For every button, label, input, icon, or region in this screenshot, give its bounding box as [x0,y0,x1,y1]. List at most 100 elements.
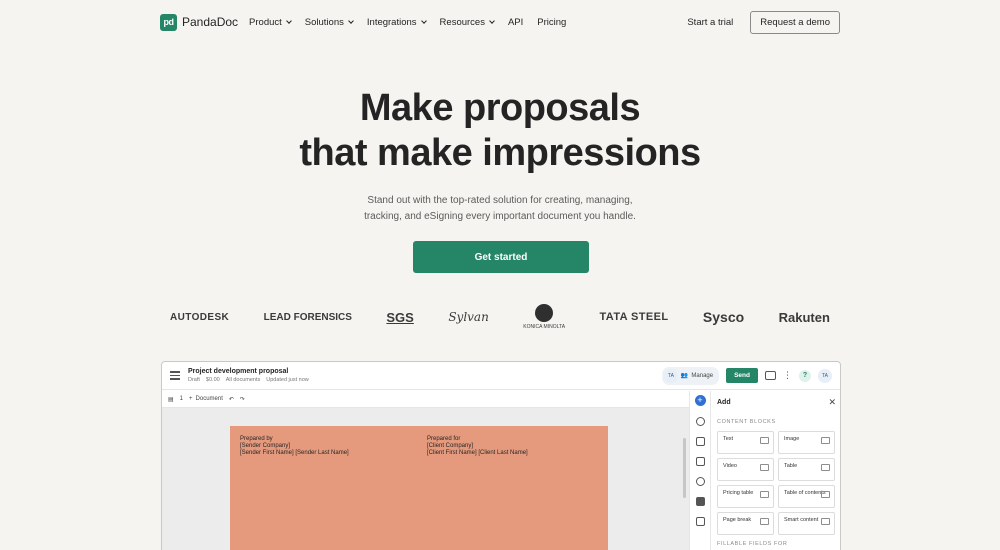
redo-icon[interactable]: ↷ [240,396,245,403]
document-page[interactable]: Prepared by [Sender Company] [Sender Fir… [230,426,608,550]
prepared-for-label: Prepared for [427,436,461,442]
text-block-icon [760,437,769,444]
client-company: [Client Company] [427,443,474,449]
hamburger-menu-icon[interactable] [170,371,180,380]
variables-icon[interactable] [695,437,705,446]
get-started-button[interactable]: Get started [413,241,589,273]
menu-integrations-label: Integrations [366,16,417,28]
prepared-by-label: Prepared by [240,436,273,442]
close-icon[interactable]: ✕ [828,397,836,408]
document-title[interactable]: Project development proposal [188,368,309,375]
undo-icon[interactable]: ↶ [229,396,234,403]
chevron-down-icon [489,17,495,24]
start-trial-link[interactable]: Start a trial [687,17,733,28]
hero-headline: Make proposals that make impressions [0,86,1000,176]
block-page-break[interactable]: Page break [717,512,774,535]
content-blocks-label: CONTENT BLOCKS [717,419,776,425]
konica-minolta-logo: KONICA MINOLTA [523,304,565,330]
smart-content-icon [821,518,830,525]
comment-icon[interactable] [765,371,776,380]
sender-name: [Sender First Name] [Sender Last Name] [240,450,349,456]
add-plus-icon[interactable]: + [694,395,706,406]
manage-recipients-button[interactable]: TA 👥 Manage [661,366,720,385]
nav-actions: Start a trial Request a demo [687,10,840,34]
block-pricing-table-label: Pricing table [723,490,754,496]
pandadoc-logo-icon: pd [160,13,177,31]
block-table-of-contents[interactable]: Table of contents [778,485,835,508]
sgs-logo: SGS [386,309,414,325]
app-preview: Project development proposal Draft $0.00… [161,361,841,550]
menu-solutions-label: Solutions [304,16,344,28]
pricing-dollar-icon[interactable] [695,497,705,506]
plus-icon: + [189,396,193,402]
chevron-down-icon [285,17,292,24]
user-avatar[interactable]: TA [818,368,832,383]
block-pricing-table[interactable]: Pricing table [717,485,774,508]
send-button[interactable]: Send [726,368,758,383]
tata-steel-logo: TATA STEEL [599,311,669,323]
more-options-icon[interactable]: ⋮ [783,371,792,380]
logo-text: PandaDoc [182,15,239,29]
rakuten-logo: Rakuten [778,309,830,325]
block-image[interactable]: Image [778,431,835,454]
image-block-icon [821,437,830,444]
help-icon[interactable]: ? [799,369,811,382]
add-panel-title: Add [717,399,731,406]
updated-label: Updated just now [266,377,309,383]
chevron-down-icon [348,17,354,24]
hero-subheading: Stand out with the top-rated solution fo… [0,193,1000,225]
client-name: [Client First Name] [Client Last Name] [427,450,528,456]
table-block-icon [821,464,830,471]
design-palette-icon[interactable] [695,477,705,486]
menu-resources-label: Resources [439,16,485,28]
request-demo-button[interactable]: Request a demo [750,10,840,34]
document-label: Document [195,396,223,402]
block-smart-content-label: Smart content [784,517,819,523]
konica-minolta-text: KONICA MINOLTA [523,324,566,330]
block-video-label: Video [723,463,737,469]
block-page-break-label: Page break [723,517,752,523]
customer-logos: AUTODESK LEAD FORENSICS SGS Sylvan KONIC… [170,303,830,331]
avatar: TA [663,368,678,383]
page-count: 1 [179,396,184,402]
content-blocks-grid: Text Image Video Table Pricing table Tab… [717,431,836,535]
recipients-icon[interactable] [695,417,705,426]
block-table[interactable]: Table [778,458,835,481]
add-document-button[interactable]: + Document [189,396,223,402]
menu-api[interactable]: API [508,17,523,28]
users-icon: 👥 [680,373,689,379]
block-text[interactable]: Text [717,431,774,454]
app-header-actions: TA 👥 Manage Send ⋮ ? TA [661,366,832,385]
headline-line-2: that make impressions [299,132,701,174]
sender-company: [Sender Company] [240,443,291,449]
main-menu: Product Solutions Integrations Resources… [249,17,566,28]
menu-resources[interactable]: Resources [439,16,495,28]
block-smart-content[interactable]: Smart content [778,512,835,535]
menu-pricing[interactable]: Pricing [537,17,566,28]
menu-product[interactable]: Product [249,17,292,28]
subheading-line-2: tracking, and eSigning every important d… [364,211,636,222]
block-video[interactable]: Video [717,458,774,481]
canvas-scrollbar[interactable] [683,438,686,498]
logo[interactable]: pd PandaDoc [160,13,239,31]
status-label: Draft [188,377,200,383]
block-image-label: Image [784,436,800,442]
app-header: Project development proposal Draft $0.00… [162,362,840,390]
autodesk-logo: AUTODESK [170,311,230,323]
table-of-contents-icon [821,491,830,498]
pages-icon[interactable]: ▤ [168,396,174,403]
editor-toolbar: ▤ 1 + Document ↶ ↷ [162,391,689,408]
block-table-label: Table [784,463,798,469]
add-panel-header: Add ✕ [717,395,836,408]
content-library-icon[interactable] [695,457,705,466]
page-break-icon [760,518,769,525]
manage-label: Manage [691,372,714,379]
side-rail: + [689,391,711,550]
prepared-for-block: Prepared for [Client Company] [Client Fi… [427,436,528,457]
menu-solutions[interactable]: Solutions [304,16,354,28]
subheading-line-1: Stand out with the top-rated solution fo… [367,195,633,206]
apps-grid-icon[interactable] [695,517,705,526]
folder-label[interactable]: All documents [226,377,261,383]
sysco-logo: Sysco [702,309,745,325]
menu-integrations[interactable]: Integrations [366,16,427,28]
